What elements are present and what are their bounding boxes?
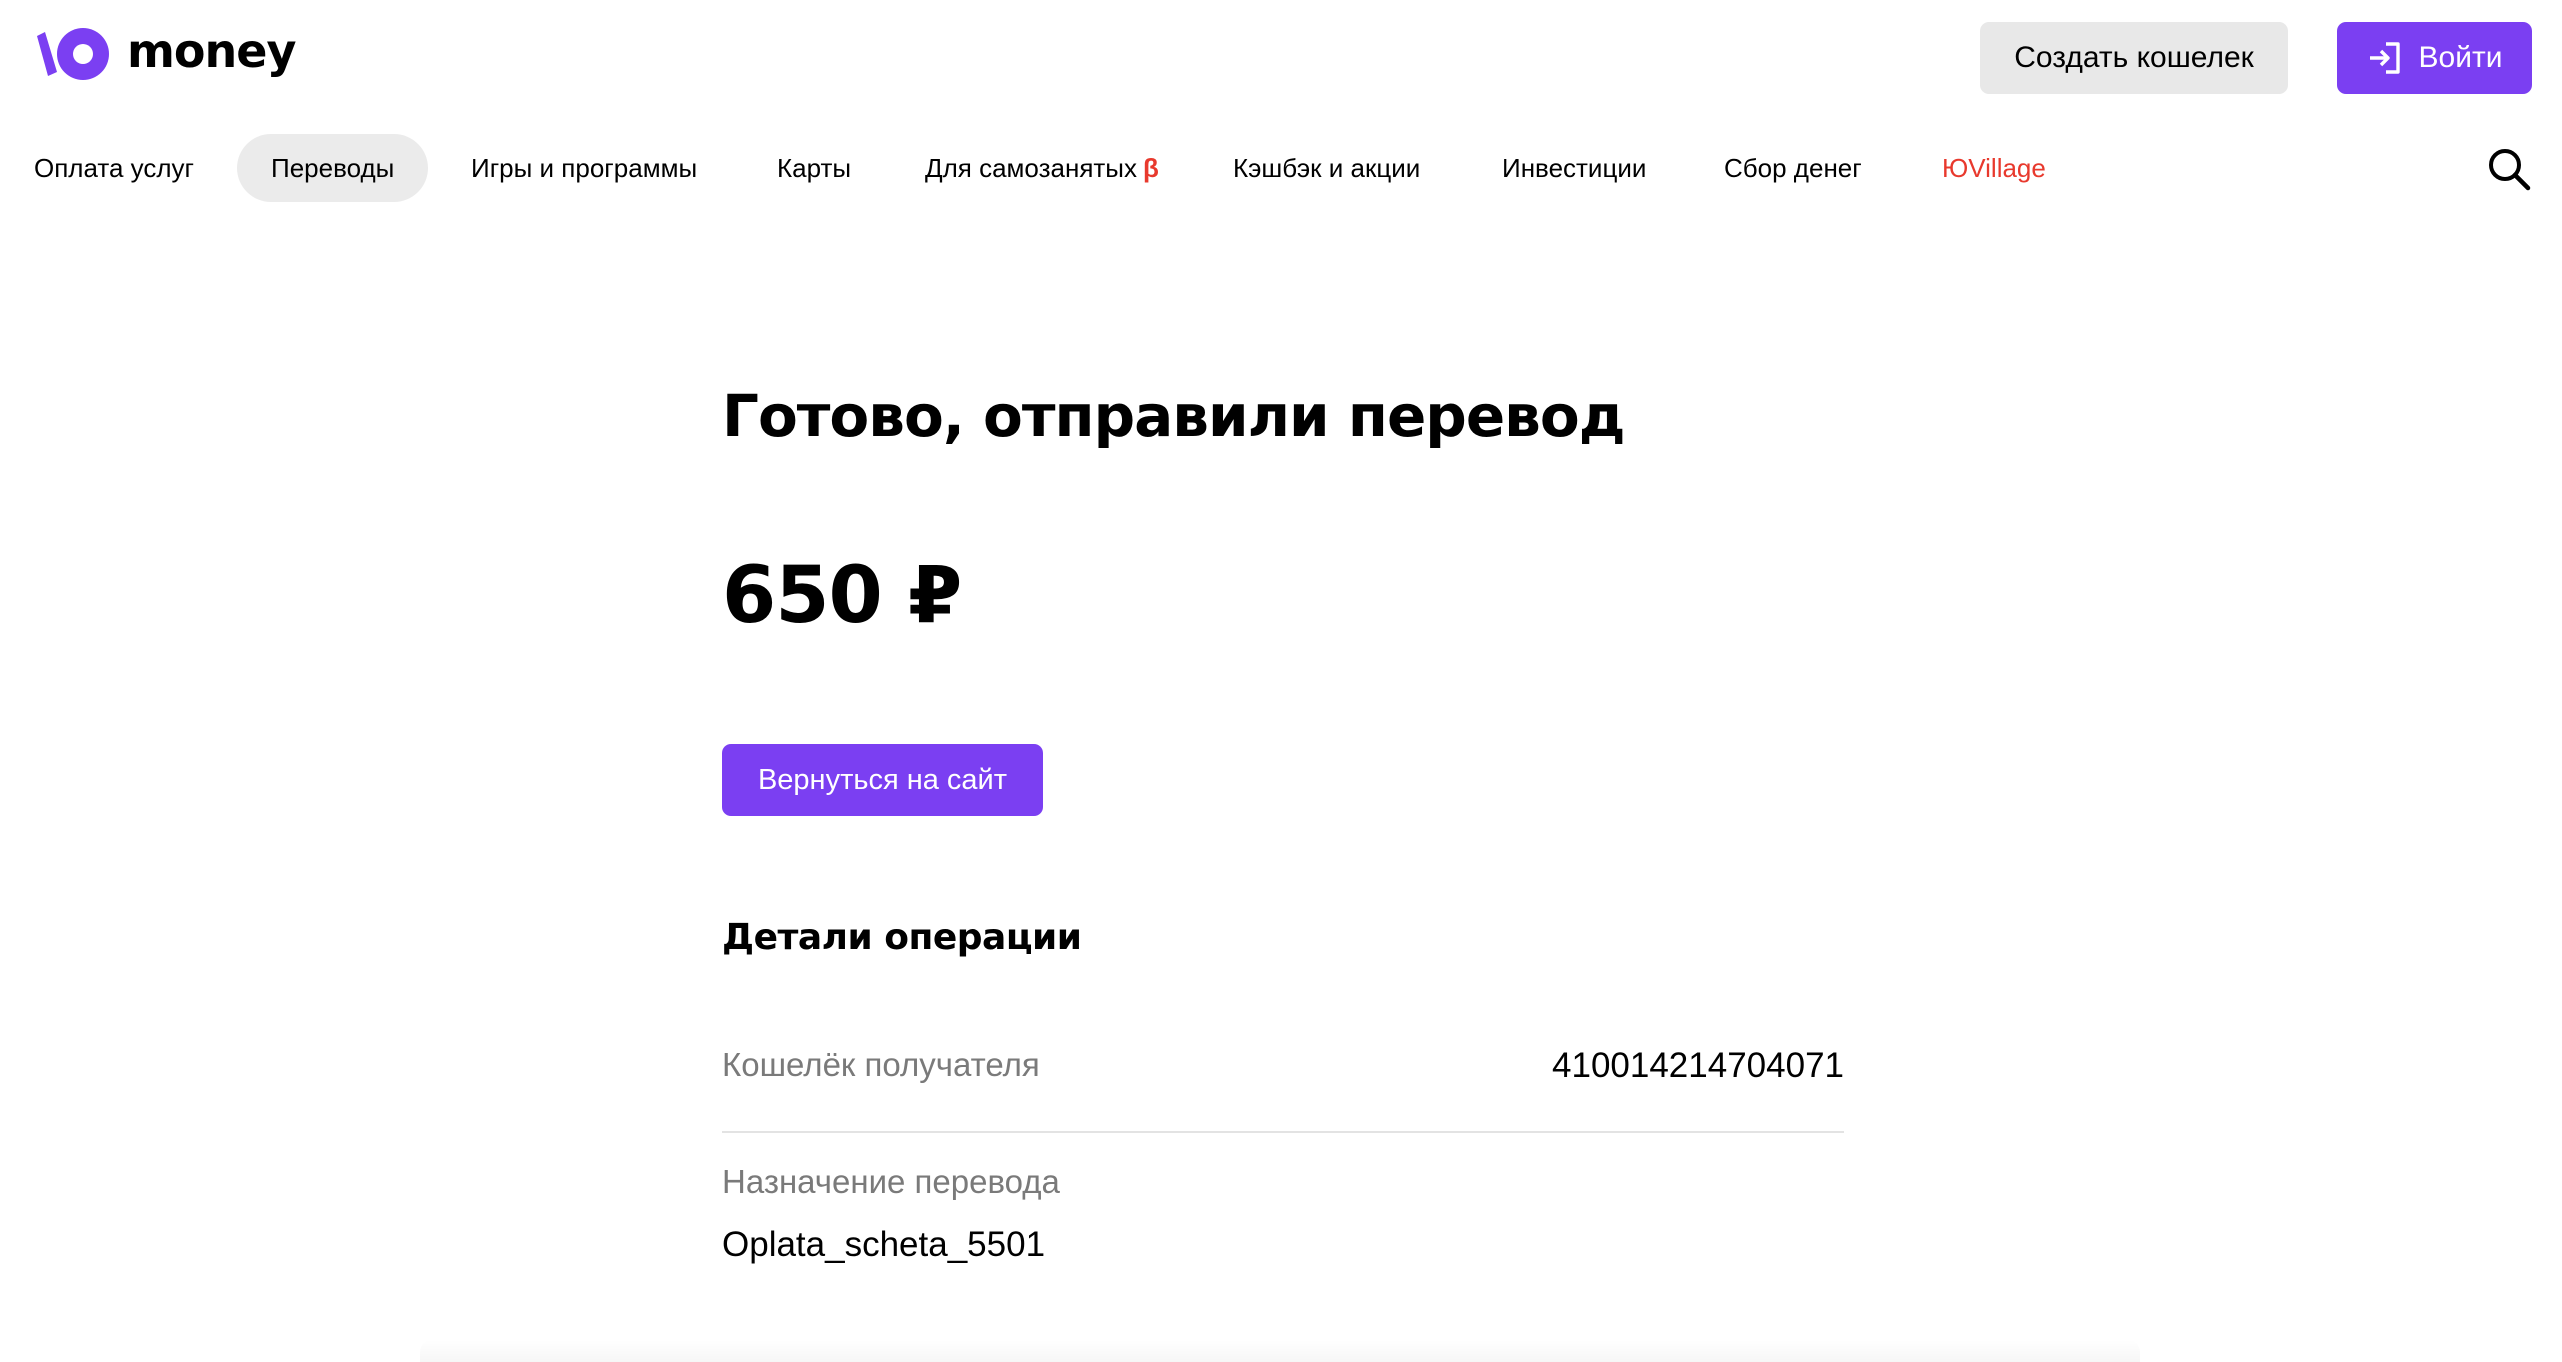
header: money Создать кошелек Войти Оплата услуг… bbox=[0, 0, 2562, 225]
nav-item-label: Сбор денег bbox=[1724, 153, 1862, 183]
nav-item-label: ЮVillage bbox=[1942, 153, 2046, 183]
details-title: Детали операции bbox=[722, 917, 1082, 958]
nav-item-label: Кэшбэк и акции bbox=[1233, 153, 1421, 183]
detail-value: 410014214704071 bbox=[1552, 1046, 1844, 1085]
nav-item-transfers[interactable]: Переводы bbox=[237, 134, 429, 202]
nav-item-fundraising[interactable]: Сбор денег bbox=[1724, 134, 1862, 202]
create-wallet-button[interactable]: Создать кошелек bbox=[1980, 22, 2288, 94]
create-wallet-label: Создать кошелек bbox=[2014, 41, 2254, 74]
search-icon[interactable] bbox=[2486, 146, 2532, 192]
nav-item-payments[interactable]: Оплата услуг bbox=[34, 134, 194, 202]
nav-item-label: Карты bbox=[777, 153, 852, 183]
return-to-site-button[interactable]: Вернуться на сайт bbox=[722, 744, 1043, 816]
login-arrow-icon bbox=[2369, 42, 2400, 74]
nav-item-label: Игры и программы bbox=[471, 153, 698, 183]
return-to-site-label: Вернуться на сайт bbox=[757, 763, 1008, 796]
logo[interactable]: money bbox=[33, 24, 296, 82]
detail-row-recipient-wallet: Кошелёк получателя 410014214704071 bbox=[722, 1045, 1844, 1133]
nav-item-label: Оплата услуг bbox=[34, 153, 195, 183]
nav-item-label: Переводы bbox=[271, 153, 395, 183]
nav-item-self-employed[interactable]: Для самозанятых β bbox=[925, 134, 1159, 202]
login-button[interactable]: Войти bbox=[2337, 22, 2532, 94]
detail-row-purpose: Назначение перевода Oplata_scheta_5501 bbox=[722, 1162, 1844, 1266]
login-label: Войти bbox=[2418, 41, 2503, 74]
nav-item-cashback[interactable]: Кэшбэк и акции bbox=[1233, 134, 1420, 202]
nav-item-label: Для самозанятых bbox=[925, 153, 1137, 183]
footer-shadow bbox=[420, 1340, 2140, 1362]
yoomoney-logo-icon bbox=[37, 28, 109, 80]
detail-label: Назначение перевода bbox=[722, 1163, 1060, 1200]
logo-text: money bbox=[127, 24, 296, 78]
main-nav: Оплата услуг Переводы Игры и программы К… bbox=[0, 134, 2562, 202]
page-title: Готово, отправили перевод bbox=[722, 382, 1626, 450]
nav-item-yuvillage[interactable]: ЮVillage bbox=[1942, 134, 2046, 202]
nav-item-cards[interactable]: Карты bbox=[777, 134, 851, 202]
detail-label: Кошелёк получателя bbox=[722, 1046, 1040, 1083]
nav-item-games[interactable]: Игры и программы bbox=[471, 134, 697, 202]
detail-value: Oplata_scheta_5501 bbox=[722, 1224, 1046, 1264]
nav-item-label: Инвестиции bbox=[1502, 153, 1647, 183]
nav-item-investments[interactable]: Инвестиции bbox=[1502, 134, 1646, 202]
transfer-amount: 650 ₽ bbox=[722, 551, 962, 641]
beta-badge: β bbox=[1143, 153, 1159, 183]
